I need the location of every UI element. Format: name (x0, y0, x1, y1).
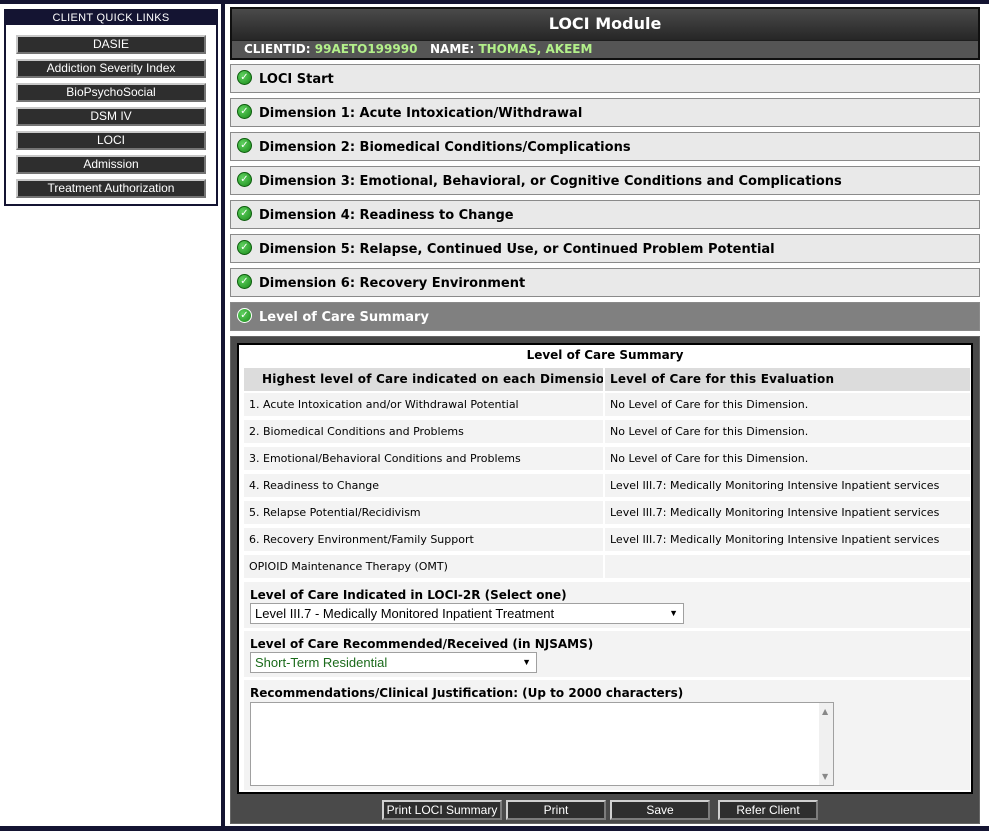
section-dimension-5[interactable]: ✓ Dimension 5: Relapse, Continued Use, o… (230, 234, 980, 263)
client-info-line: CLIENTID: 99AETO199990 NAME: THOMAS, AKE… (232, 41, 978, 58)
dimension-cell: OPIOID Maintenance Therapy (OMT) (243, 554, 604, 579)
client-id-label: CLIENTID: (244, 42, 311, 56)
njsams-level-select[interactable]: Short-Term Residential ▼ (250, 652, 537, 673)
print-loci-summary-button[interactable]: Print LOCI Summary (382, 800, 502, 820)
njsams-level-selected: Short-Term Residential (255, 655, 388, 670)
complete-check-icon: ✓ (237, 240, 252, 255)
table-row: OPIOID Maintenance Therapy (OMT) (243, 554, 971, 579)
complete-check-icon: ✓ (237, 274, 252, 289)
dimension-cell: 5. Relapse Potential/Recidivism (243, 500, 604, 525)
section-level-of-care-summary[interactable]: ✓ Level of Care Summary (230, 302, 980, 331)
left-pane: CLIENT QUICK LINKS DASIE Addiction Sever… (0, 4, 221, 831)
summary-form: Level of Care Summary Highest level of C… (237, 343, 973, 794)
client-name-value: THOMAS, AKEEM (478, 42, 593, 56)
section-dimension-4[interactable]: ✓ Dimension 4: Readiness to Change (230, 200, 980, 229)
column-header-level: Level of Care for this Evaluation (604, 367, 971, 392)
section-dimension-2[interactable]: ✓ Dimension 2: Biomedical Conditions/Com… (230, 132, 980, 161)
client-id-value: 99AETO199990 (314, 42, 418, 56)
table-row: 5. Relapse Potential/Recidivism Level II… (243, 500, 971, 525)
table-row: 2. Biomedical Conditions and Problems No… (243, 419, 971, 444)
level-cell: Level III.7: Medically Monitoring Intens… (604, 527, 971, 552)
quick-link-dasie[interactable]: DASIE (16, 35, 206, 54)
njsams-level-label: Level of Care Recommended/Received (in N… (250, 637, 594, 651)
refer-client-button[interactable]: Refer Client (718, 800, 818, 820)
quick-link-treatment-authorization[interactable]: Treatment Authorization (16, 179, 206, 198)
textarea-scrollbar[interactable]: ▲ ▼ (819, 703, 833, 785)
section-label: Dimension 2: Biomedical Conditions/Compl… (259, 140, 631, 155)
loci-level-block: Level of Care Indicated in LOCI-2R (Sele… (243, 581, 971, 629)
dimension-cell: 2. Biomedical Conditions and Problems (243, 419, 604, 444)
chevron-down-icon: ▼ (522, 657, 531, 667)
client-name-label: NAME: (429, 42, 475, 56)
section-label: Dimension 6: Recovery Environment (259, 276, 526, 291)
level-cell: Level III.7: Medically Monitoring Intens… (604, 500, 971, 525)
justification-label: Recommendations/Clinical Justification: … (250, 686, 684, 700)
section-label: Dimension 1: Acute Intoxication/Withdraw… (259, 106, 583, 121)
level-cell: No Level of Care for this Dimension. (604, 419, 971, 444)
quick-link-dsm-iv[interactable]: DSM IV (16, 107, 206, 126)
dimension-cell: 1. Acute Intoxication and/or Withdrawal … (243, 392, 604, 417)
table-row: 3. Emotional/Behavioral Conditions and P… (243, 446, 971, 471)
section-label: Dimension 4: Readiness to Change (259, 208, 514, 223)
quick-link-biopsychosocial[interactable]: BioPsychoSocial (16, 83, 206, 102)
dimension-cell: 4. Readiness to Change (243, 473, 604, 498)
justification-textarea[interactable]: ▲ ▼ (250, 702, 834, 786)
dimension-cell: 3. Emotional/Behavioral Conditions and P… (243, 446, 604, 471)
section-label: LOCI Start (259, 72, 334, 87)
chevron-down-icon: ▼ (669, 608, 678, 618)
table-row: 6. Recovery Environment/Family Support L… (243, 527, 971, 552)
level-cell: Level III.7: Medically Monitoring Intens… (604, 473, 971, 498)
section-dimension-3[interactable]: ✓ Dimension 3: Emotional, Behavioral, or… (230, 166, 980, 195)
quick-link-loci[interactable]: LOCI (16, 131, 206, 150)
level-cell (604, 554, 971, 579)
scroll-up-icon[interactable]: ▲ (822, 707, 828, 716)
level-cell: No Level of Care for this Dimension. (604, 446, 971, 471)
column-header-dimension: Highest level of Care indicated on each … (243, 367, 604, 392)
section-label: Level of Care Summary (259, 310, 429, 325)
complete-check-icon: ✓ (237, 172, 252, 187)
njsams-level-block: Level of Care Recommended/Received (in N… (243, 630, 971, 678)
dimension-cell: 6. Recovery Environment/Family Support (243, 527, 604, 552)
section-label: Dimension 3: Emotional, Behavioral, or C… (259, 174, 842, 189)
section-loci-start[interactable]: ✓ LOCI Start (230, 64, 980, 93)
summary-table-header: Highest level of Care indicated on each … (243, 367, 971, 392)
quick-link-admission[interactable]: Admission (16, 155, 206, 174)
scroll-down-icon[interactable]: ▼ (822, 772, 828, 781)
table-row: 4. Readiness to Change Level III.7: Medi… (243, 473, 971, 498)
loci-level-label: Level of Care Indicated in LOCI-2R (Sele… (250, 588, 567, 602)
loci-level-select[interactable]: Level III.7 - Medically Monitored Inpati… (250, 603, 684, 624)
quick-link-addiction-severity-index[interactable]: Addiction Severity Index (16, 59, 206, 78)
complete-check-icon: ✓ (237, 70, 252, 85)
loci-level-selected: Level III.7 - Medically Monitored Inpati… (255, 606, 555, 621)
level-cell: No Level of Care for this Dimension. (604, 392, 971, 417)
complete-check-icon: ✓ (237, 308, 252, 323)
section-dimension-6[interactable]: ✓ Dimension 6: Recovery Environment (230, 268, 980, 297)
loci-module-main: LOCI Module CLIENTID: 99AETO199990 NAME:… (225, 4, 989, 826)
section-dimension-1[interactable]: ✓ Dimension 1: Acute Intoxication/Withdr… (230, 98, 980, 127)
page-title: LOCI Module (232, 9, 978, 40)
section-label: Dimension 5: Relapse, Continued Use, or … (259, 242, 775, 257)
save-button[interactable]: Save (610, 800, 710, 820)
complete-check-icon: ✓ (237, 206, 252, 221)
module-header: LOCI Module CLIENTID: 99AETO199990 NAME:… (230, 7, 980, 60)
print-button[interactable]: Print (506, 800, 606, 820)
complete-check-icon: ✓ (237, 104, 252, 119)
quick-links-title: CLIENT QUICK LINKS (6, 11, 216, 25)
summary-title: Level of Care Summary (526, 348, 684, 362)
table-row: 1. Acute Intoxication and/or Withdrawal … (243, 392, 971, 417)
bottom-border (0, 826, 989, 831)
client-quick-links-panel: CLIENT QUICK LINKS DASIE Addiction Sever… (4, 9, 218, 206)
summary-panel: Level of Care Summary Highest level of C… (230, 336, 980, 824)
justification-block: Recommendations/Clinical Justification: … (243, 679, 971, 791)
complete-check-icon: ✓ (237, 138, 252, 153)
